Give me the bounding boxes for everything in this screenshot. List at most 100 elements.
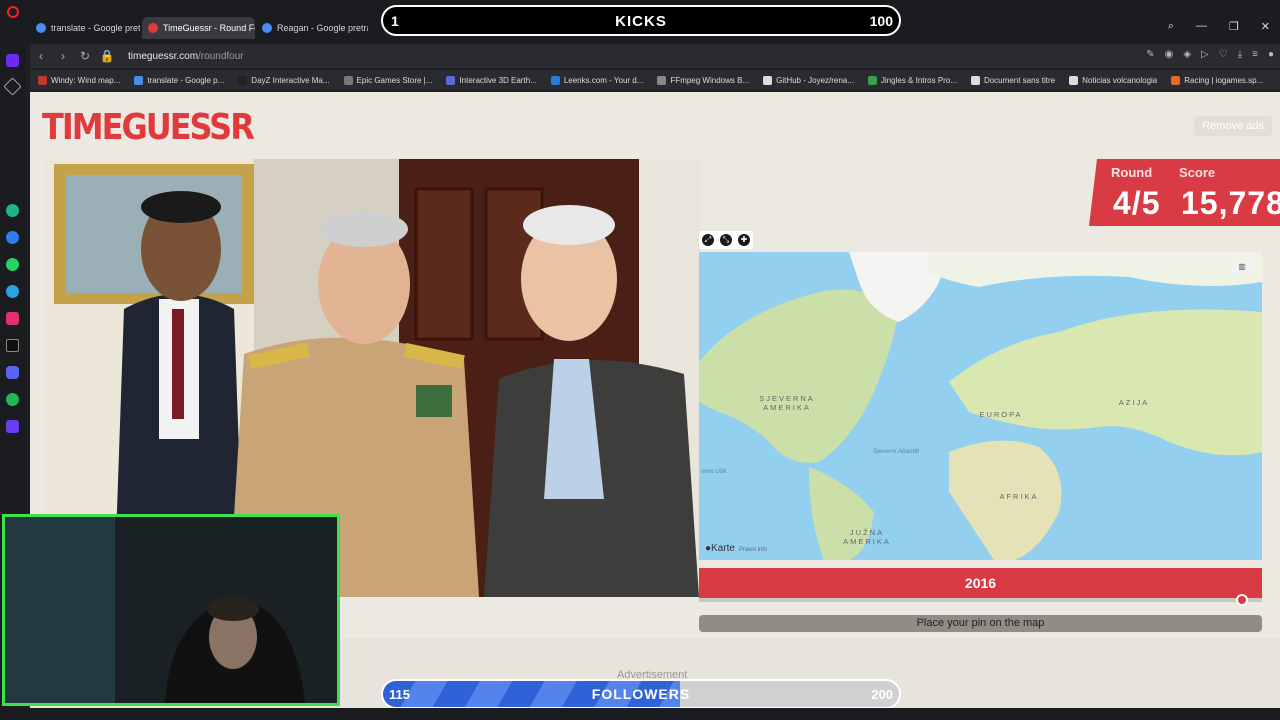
search-tabs-icon[interactable]: ⌕ [1168, 20, 1174, 33]
bookmark-favicon-icon [38, 75, 47, 85]
bookmarks-bar: Windy: Wind map... translate - Google p..… [30, 70, 1280, 90]
bookmark-label: Interactive 3D Earth... [459, 75, 537, 85]
bookmark-item[interactable]: Racing | iogames.sp... [1171, 75, 1264, 85]
x-twitter-icon[interactable] [6, 339, 19, 352]
legal-link[interactable]: Pravni info [739, 547, 767, 553]
bookmark-label: Racing | iogames.sp... [1184, 75, 1264, 85]
world-map[interactable]: ▥ SJEVERNA AMERIKA EUROPA AZIJA AFRIKA J… [699, 252, 1262, 560]
followers-goal-bar: 115 FOLLOWERS 200 [381, 679, 901, 709]
ribbon-rack [416, 385, 452, 417]
person-left-hair [141, 191, 221, 223]
reload-icon[interactable]: ↻ [74, 49, 96, 63]
bookmark-item[interactable]: Document sans titre [970, 75, 1056, 85]
followers-goal: 200 [871, 687, 893, 702]
play-icon[interactable]: ▷ [1201, 49, 1209, 60]
chatgpt-icon[interactable] [6, 204, 19, 217]
lock-icon[interactable]: 🔒 [96, 49, 118, 63]
timeguessr-logo[interactable]: TIMEGUESSR [42, 106, 255, 148]
expand-icon[interactable]: ⤢ [702, 234, 714, 246]
map-label-africa: AFRIKA [999, 492, 1039, 501]
shield-icon[interactable]: ◈ [1183, 49, 1191, 60]
menu-icon[interactable]: ≡ [1252, 49, 1258, 60]
minimize-icon[interactable]: — [1196, 20, 1207, 33]
instagram-icon[interactable] [6, 312, 19, 325]
bookmark-favicon-icon [763, 75, 773, 85]
google-favicon-icon [36, 23, 46, 33]
download-icon[interactable]: ⤓ [1238, 49, 1242, 60]
person-left-tie [172, 309, 184, 419]
map-attribution: ●Karte Pravni info [705, 543, 767, 554]
back-icon[interactable]: ‹ [30, 49, 52, 63]
attribution-text: Karte [711, 543, 735, 554]
tab-label: Reagan - Google pretraži [277, 23, 368, 33]
year-slider[interactable] [699, 598, 1262, 602]
forward-icon[interactable]: › [52, 49, 74, 63]
year-display: 2016 [699, 568, 1262, 598]
map-label-europe: EUROPA [979, 410, 1023, 419]
curtain [5, 517, 115, 703]
map-label-atlantic: Sjeverni Atlantik [872, 448, 920, 455]
url-host: timeguessr.com [128, 50, 199, 62]
year-slider-handle[interactable] [1235, 594, 1248, 606]
timeguessr-favicon-icon [148, 23, 158, 33]
bookmark-label: GitHub - Joyez/rena... [776, 75, 854, 85]
bookmark-item[interactable]: GitHub - Joyez/rena... [763, 75, 854, 85]
place-pin-button[interactable]: Place your pin on the map [699, 615, 1262, 632]
speed-dial-icon[interactable] [3, 77, 22, 96]
bookmark-label: Document sans titre [983, 75, 1056, 85]
close-icon[interactable]: ✕ [1261, 20, 1270, 33]
bookmark-item[interactable]: Epic Games Store |... [343, 75, 432, 85]
messenger-icon[interactable] [6, 231, 19, 244]
bookmark-item[interactable]: Windy: Wind map... [38, 75, 121, 85]
map-label-asia: AZIJA [1118, 398, 1150, 407]
bookmark-favicon-icon [970, 75, 980, 85]
bookmark-label: FFmpeg Windows B... [670, 75, 750, 85]
edit-icon[interactable]: ✎ [1146, 49, 1154, 60]
map-label-north-america: SJEVERNA AMERIKA [759, 394, 815, 412]
tab-translate[interactable]: translate - Google pretraži [30, 17, 140, 39]
bookmark-label: Windy: Wind map... [51, 75, 121, 85]
person-right-hair [523, 205, 615, 245]
home-icon[interactable] [6, 54, 19, 67]
player-icon[interactable] [6, 420, 19, 433]
door-panel [414, 187, 474, 341]
pin-map-icon[interactable]: ✚ [738, 234, 750, 246]
remove-ads-button[interactable]: Remove ads [1194, 116, 1272, 136]
opera-logo-icon[interactable] [7, 6, 19, 18]
bookmark-item[interactable]: Noticias volcanologia [1069, 75, 1157, 85]
telegram-icon[interactable] [6, 285, 19, 298]
bookmark-item[interactable]: Leenks.com - Your d... [550, 75, 643, 85]
url-field[interactable]: timeguessr.com/roundfour [128, 51, 244, 62]
spotify-icon[interactable] [6, 393, 19, 406]
bookmark-favicon-icon [1171, 75, 1181, 85]
bookmark-item[interactable]: DayZ Interactive Ma... [238, 75, 330, 85]
round-score-panel: Round Score 4/5 15,778 [1089, 159, 1280, 226]
score-value: 15,778 [1181, 185, 1280, 221]
webcam-overlay [2, 514, 340, 706]
bookmark-favicon-icon [550, 75, 560, 85]
bookmark-item[interactable]: FFmpeg Windows B... [657, 75, 750, 85]
shrink-icon[interactable]: ⤡ [720, 234, 732, 246]
google-favicon-icon [262, 23, 272, 33]
bottom-strip [0, 708, 1280, 720]
tab-label: translate - Google pretraži [51, 23, 140, 33]
tab-reagan[interactable]: Reagan - Google pretraži [256, 17, 368, 39]
bookmark-label: translate - Google p... [147, 75, 225, 85]
kicks-goal-bar: 1 KICKS 100 [381, 5, 901, 36]
bookmark-item[interactable]: Interactive 3D Earth... [446, 75, 537, 85]
maximize-icon[interactable]: ❐ [1229, 20, 1239, 33]
whatsapp-icon[interactable] [6, 258, 19, 271]
discord-icon[interactable] [6, 366, 19, 379]
window-controls: ⌕ — ❐ ✕ [1168, 20, 1270, 33]
bookmark-favicon-icon [657, 75, 667, 85]
screen: translate - Google pretraži TimeGuessr -… [0, 0, 1280, 720]
tab-timeguessr[interactable]: TimeGuessr - Round Four [142, 17, 255, 39]
map-layer-button[interactable]: ▥ [1230, 260, 1254, 274]
camera-icon[interactable]: ◉ [1165, 49, 1174, 60]
bookmark-item[interactable]: Jingles & Intros Pro... [867, 75, 957, 85]
kicks-label: KICKS [615, 13, 667, 30]
bookmark-favicon-icon [867, 75, 877, 85]
bookmark-item[interactable]: translate - Google p... [134, 75, 225, 85]
heart-icon[interactable]: ♡ [1219, 49, 1228, 60]
profile-icon[interactable]: ● [1268, 49, 1274, 60]
